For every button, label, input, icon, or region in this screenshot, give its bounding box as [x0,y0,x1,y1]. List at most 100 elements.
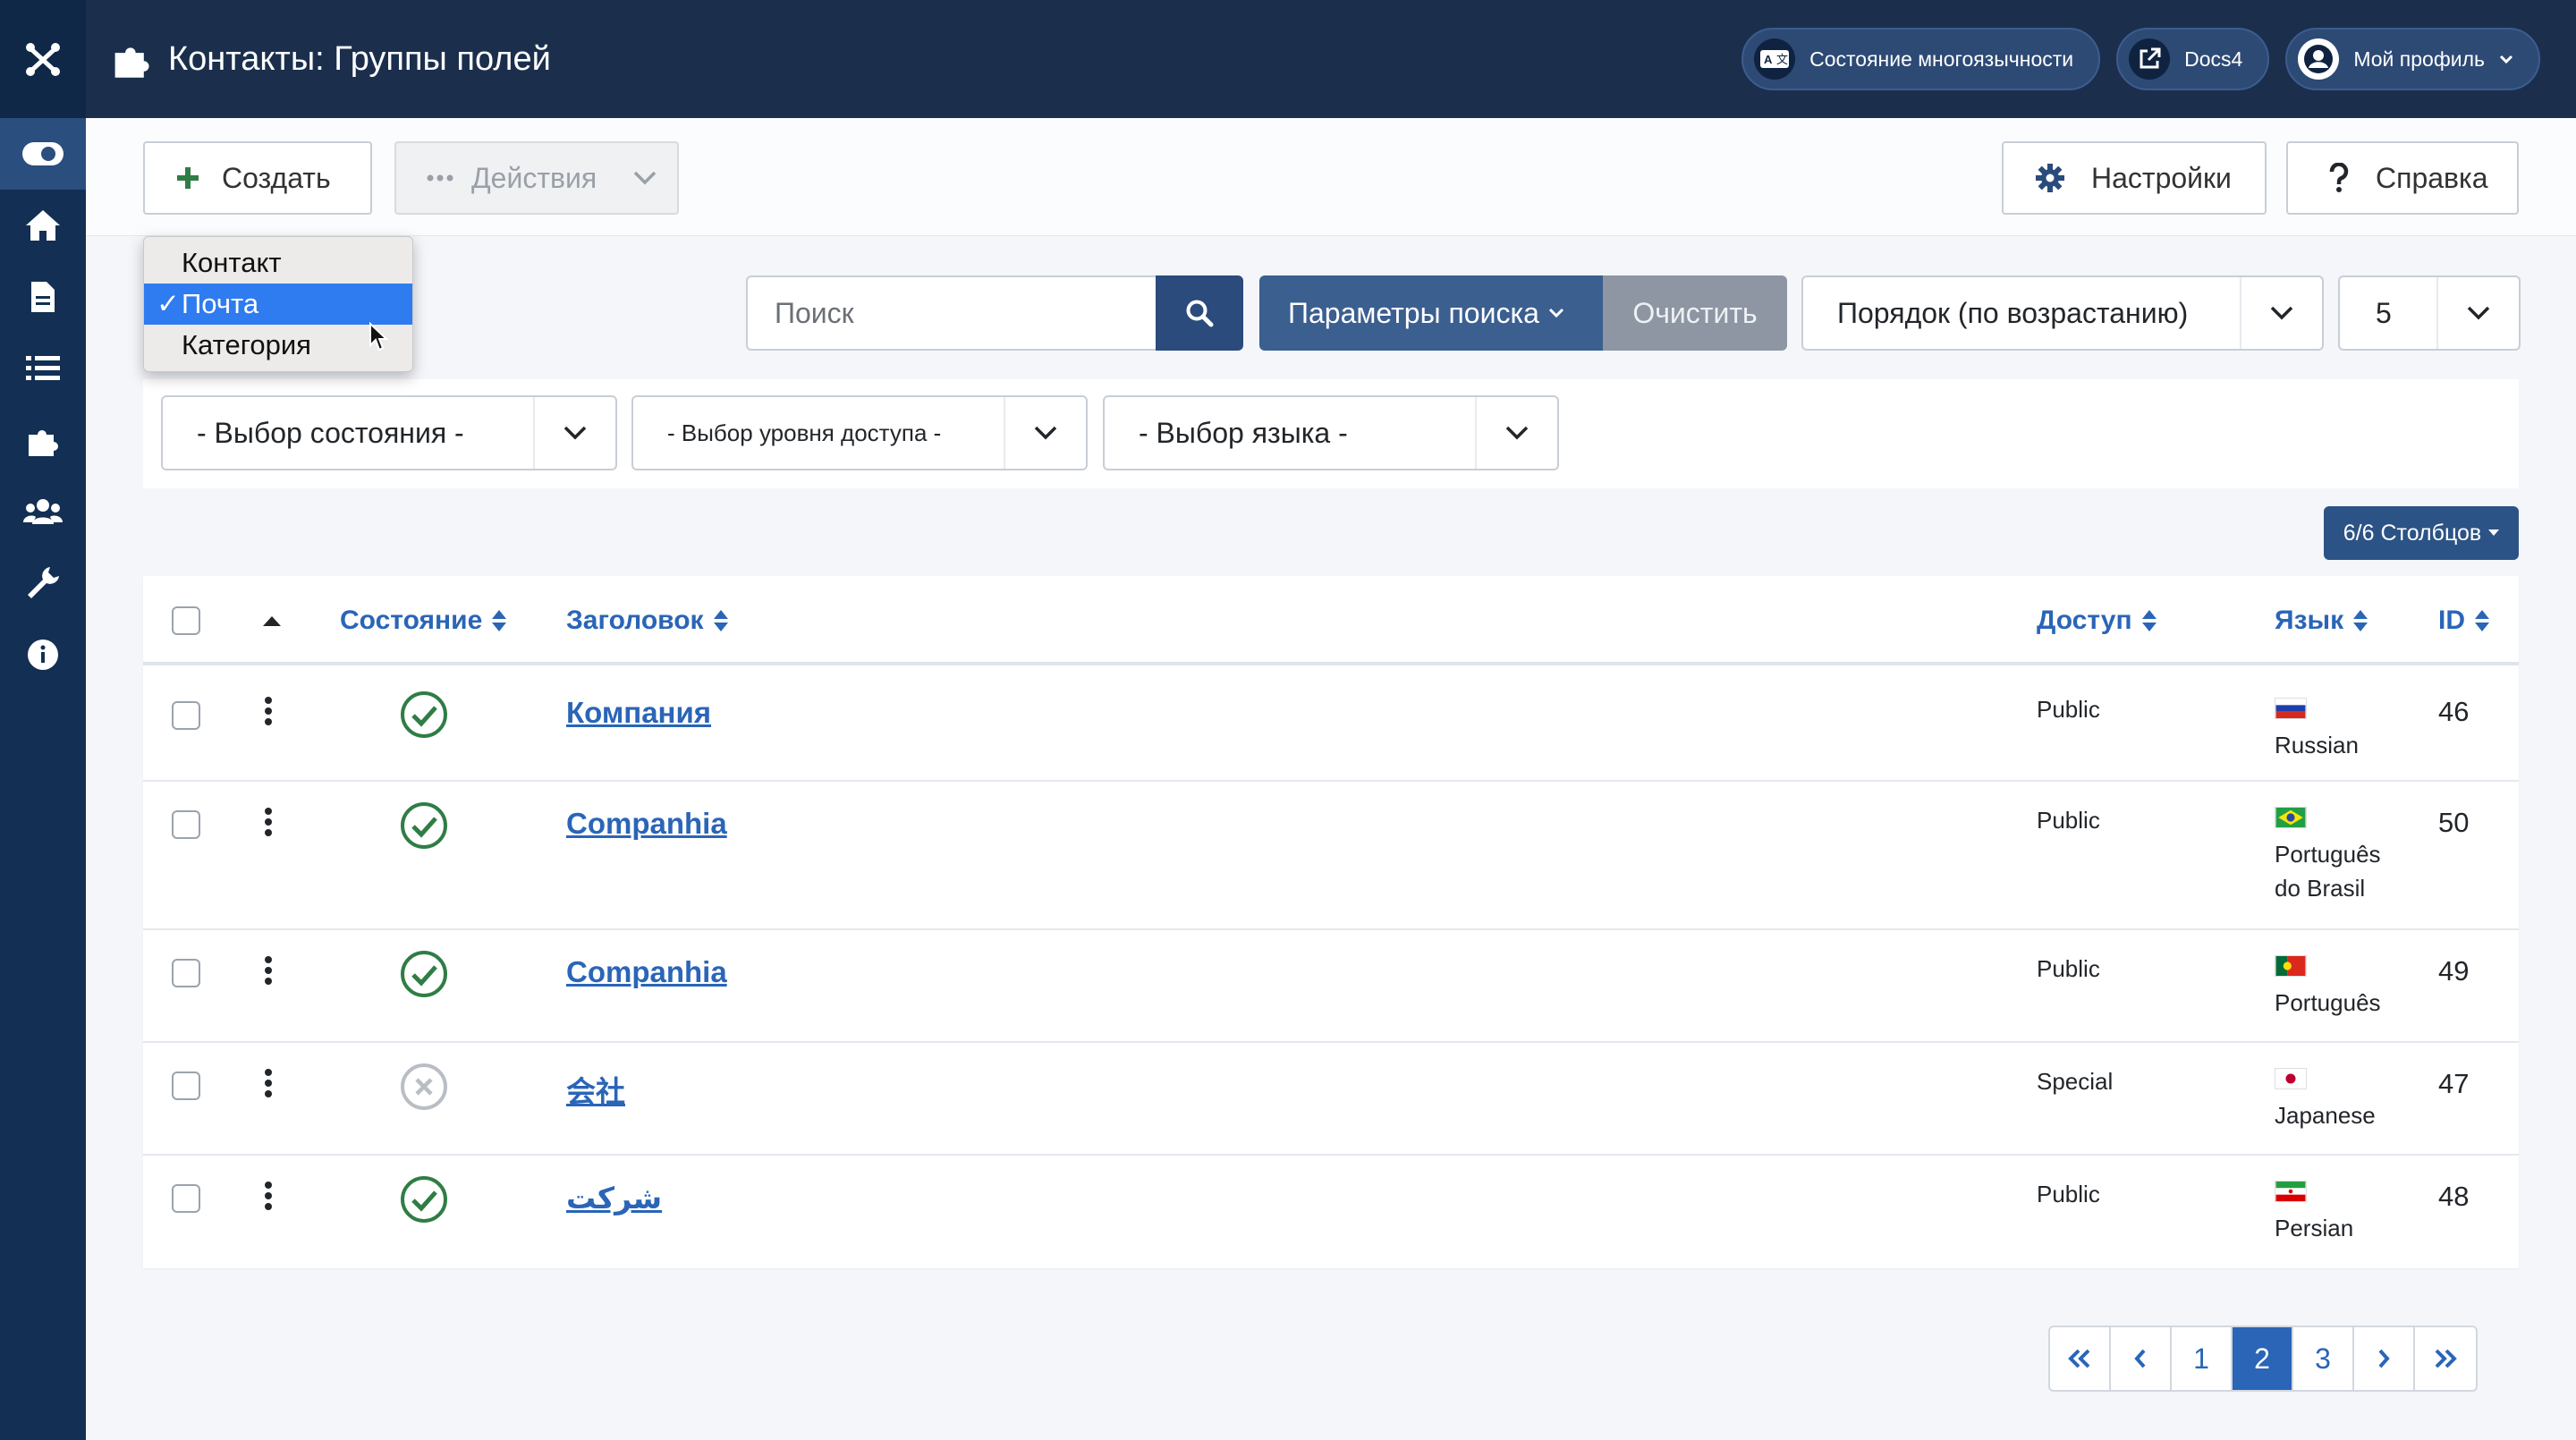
chevron-down-icon [1004,397,1086,469]
home-icon[interactable] [0,190,86,261]
columns-label: 6/6 Столбцов [2343,520,2482,546]
page-2-button[interactable]: 2 [2233,1327,2293,1390]
puzzle-icon[interactable] [0,404,86,476]
next-page-button[interactable] [2354,1327,2415,1390]
row-checkbox[interactable] [172,959,200,987]
caret-up-icon [263,616,281,626]
menu-item-contact[interactable]: Контакт [144,242,412,284]
row-id: 47 [2438,1068,2470,1099]
search-options-label: Параметры поиска [1288,296,1539,329]
chevron-down-icon [633,171,657,185]
row-checkbox[interactable] [172,1072,200,1100]
sort-state-header[interactable]: Состояние [340,576,507,665]
svg-text:A: A [1764,53,1773,66]
published-check-icon[interactable] [400,1175,448,1224]
row-access: Public [2037,807,2100,834]
create-label: Создать [222,161,331,194]
page-3-button[interactable]: 3 [2293,1327,2354,1390]
search-input[interactable]: Поиск [746,275,1157,351]
row-title-link[interactable]: 会社 [566,1068,625,1111]
settings-label: Настройки [2091,161,2232,194]
row-checkbox[interactable] [172,1184,200,1213]
profile-menu-button[interactable]: Мой профиль [2285,28,2540,90]
language-filter-select[interactable]: - Выбор языка - [1103,395,1559,470]
drag-handle-icon[interactable] [264,1068,273,1098]
row-title-link[interactable]: شرکت [566,1181,662,1216]
drag-handle-icon[interactable] [264,1181,273,1211]
docs-link-button[interactable]: Docs4 [2116,28,2270,90]
menu-item-mail[interactable]: ✓ Почта [144,284,412,325]
translate-icon: A文 [1754,38,1796,80]
row-checkbox[interactable] [172,810,200,839]
multilang-status-button[interactable]: A文 Состояние многоязычности [1741,28,2101,90]
limit-select[interactable]: 5 [2338,275,2521,351]
table-row: 会社 Special Japanese 47 [143,1043,2519,1156]
joomla-logo-icon[interactable] [0,0,86,118]
last-page-button[interactable] [2415,1327,2476,1390]
ellipsis-icon [427,174,453,182]
row-title-link[interactable]: Companhia [566,955,727,989]
row-title-link[interactable]: Companhia [566,807,727,841]
pagination: 1 2 3 [2048,1326,2478,1392]
first-page-button[interactable] [2050,1327,2111,1390]
row-access: Public [2037,696,2100,723]
row-language: Russian [2275,698,2359,762]
page-1-button[interactable]: 1 [2172,1327,2233,1390]
settings-button[interactable]: Настройки [2002,141,2267,215]
create-button[interactable]: Создать [143,141,372,215]
drag-handle-icon[interactable] [264,955,273,986]
access-filter-select[interactable]: - Выбор уровня доступа - [631,395,1088,470]
drag-handle-icon[interactable] [264,696,273,726]
row-title-link[interactable]: Компания [566,696,711,730]
prev-page-button[interactable] [2111,1327,2172,1390]
language-filter-value: - Выбор языка - [1139,416,1348,449]
sort-access-header[interactable]: Доступ [2037,576,2157,665]
sidebar [0,0,86,1440]
drag-handle-icon[interactable] [264,807,273,837]
wrench-icon[interactable] [0,547,86,619]
sort-ordering-button[interactable] [263,576,281,665]
question-icon [2329,163,2349,192]
caret-down-icon [2499,55,2513,64]
actions-button[interactable]: Действия [394,141,679,215]
row-checkbox[interactable] [172,701,200,730]
info-icon[interactable] [0,619,86,690]
sort-icon [2141,610,2157,631]
document-icon[interactable] [0,261,86,333]
unpublished-x-icon[interactable] [400,1063,448,1111]
limit-value: 5 [2376,296,2392,329]
ordering-value: Порядок (по возрастанию) [1837,296,2189,329]
chevron-down-icon [1475,397,1557,469]
published-check-icon[interactable] [400,801,448,850]
language-header-label: Язык [2275,606,2344,635]
checkbox [172,606,200,635]
ordering-select[interactable]: Порядок (по возрастанию) [1801,275,2324,351]
field-groups-table: Состояние Заголовок Доступ Язык ID Компа… [143,576,2519,1268]
sort-id-header[interactable]: ID [2438,576,2490,665]
published-check-icon[interactable] [400,690,448,739]
sort-language-header[interactable]: Язык [2275,576,2368,665]
toggle-menu-icon[interactable] [0,118,86,190]
search-button[interactable] [1156,275,1243,351]
clear-button[interactable]: Очистить [1603,275,1787,351]
row-language: Japanese [2275,1068,2376,1132]
help-button[interactable]: Справка [2286,141,2519,215]
flag-jp-icon [2275,1068,2307,1089]
chevron-down-icon [533,397,615,469]
flag-ru-icon [2275,698,2307,719]
sort-icon [2475,610,2489,631]
state-filter-select[interactable]: - Выбор состояния - [161,395,617,470]
double-chevron-left-icon [2068,1349,2090,1368]
search-options-button[interactable]: Параметры поиска [1259,275,1603,351]
columns-toggle-button[interactable]: 6/6 Столбцов [2324,506,2519,560]
row-access: Public [2037,1181,2100,1207]
published-check-icon[interactable] [400,950,448,998]
sort-icon [492,610,507,631]
select-all-checkbox[interactable] [172,576,200,665]
users-icon[interactable] [0,476,86,547]
list-icon[interactable] [0,333,86,404]
row-id: 49 [2438,955,2470,987]
sort-title-header[interactable]: Заголовок [566,576,729,665]
double-chevron-right-icon [2435,1349,2457,1368]
row-language-label: Japanese [2275,1102,2376,1129]
